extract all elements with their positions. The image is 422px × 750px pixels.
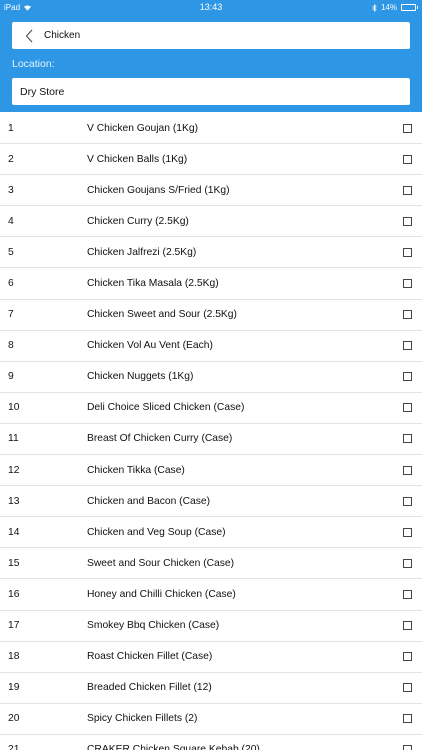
item-number: 18: [8, 651, 20, 663]
item-name: V Chicken Goujan (1Kg): [87, 122, 199, 134]
item-checkbox[interactable]: [403, 527, 412, 537]
list-item[interactable]: 21 CRAKER Chicken Square Kebab (20): [0, 735, 422, 750]
item-number: 9: [8, 371, 14, 383]
item-checkbox[interactable]: [403, 589, 412, 599]
item-checkbox[interactable]: [403, 216, 412, 226]
list-item[interactable]: 4 Chicken Curry (2.5Kg): [0, 206, 422, 238]
item-checkbox[interactable]: [403, 247, 412, 257]
item-name: CRAKER Chicken Square Kebab (20): [87, 744, 260, 750]
item-checkbox[interactable]: [403, 434, 412, 444]
header: Chicken Location: Dry Store: [0, 15, 422, 112]
battery-icon: [401, 4, 418, 11]
list-item[interactable]: 14 Chicken and Veg Soup (Case): [0, 517, 422, 549]
item-checkbox[interactable]: [403, 341, 412, 351]
item-checkbox[interactable]: [403, 621, 412, 631]
status-right: 14%: [372, 3, 418, 12]
list-item[interactable]: 19 Breaded Chicken Fillet (12): [0, 673, 422, 704]
item-list: 1 V Chicken Goujan (1Kg) 2 V Chicken Balls …: [0, 113, 422, 750]
item-name: Chicken Sweet and Sour (2.5Kg): [87, 309, 237, 321]
item-number: 2: [8, 153, 14, 165]
item-checkbox[interactable]: [403, 403, 412, 413]
list-item[interactable]: 12 Chicken Tikka (Case): [0, 455, 422, 487]
item-checkbox[interactable]: [403, 154, 412, 164]
item-checkbox[interactable]: [403, 745, 412, 750]
list-item[interactable]: 1 V Chicken Goujan (1Kg): [0, 113, 422, 145]
item-name: Chicken Vol Au Vent (Each): [87, 340, 213, 352]
item-checkbox[interactable]: [403, 185, 412, 195]
item-number: 10: [8, 402, 20, 414]
item-name: V Chicken Balls (1Kg): [87, 153, 188, 165]
list-item[interactable]: 7 Chicken Sweet and Sour (2.5Kg): [0, 300, 422, 331]
item-checkbox[interactable]: [403, 652, 412, 662]
item-checkbox[interactable]: [403, 310, 412, 320]
item-checkbox[interactable]: [403, 714, 412, 724]
item-checkbox[interactable]: [403, 558, 412, 568]
item-name: Chicken Curry (2.5Kg): [87, 215, 189, 227]
item-name: Smokey Bbq Chicken (Case): [87, 620, 220, 632]
item-name: Sweet and Sour Chicken (Case): [87, 557, 235, 569]
item-name: Spicy Chicken Fillets (2): [87, 713, 198, 725]
list-item[interactable]: 8 Chicken Vol Au Vent (Each): [0, 331, 422, 362]
list-item[interactable]: 6 Chicken Tika Masala (2.5Kg): [0, 268, 422, 300]
item-number: 19: [8, 682, 20, 694]
item-number: 7: [8, 309, 14, 321]
status-bar: iPad 13:43 14%: [0, 0, 422, 15]
list-item[interactable]: 16 Honey and Chilli Chicken (Case): [0, 579, 422, 611]
item-name: Deli Choice Sliced Chicken (Case): [87, 402, 245, 414]
item-number: 8: [8, 340, 14, 352]
list-item[interactable]: 5 Chicken Jalfrezi (2.5Kg): [0, 237, 422, 269]
list-item[interactable]: 20 Spicy Chicken Fillets (2): [0, 704, 422, 735]
list-item[interactable]: 15 Sweet and Sour Chicken (Case): [0, 548, 422, 580]
item-name: Chicken Tikka (Case): [87, 464, 185, 476]
item-name: Chicken Goujans S/Fried (1Kg): [87, 184, 230, 196]
item-number: 4: [8, 215, 14, 227]
item-checkbox[interactable]: [403, 123, 412, 133]
list-item[interactable]: 10 Deli Choice Sliced Chicken (Case): [0, 393, 422, 424]
list-item[interactable]: 13 Chicken and Bacon (Case): [0, 486, 422, 518]
status-time: 13:43: [199, 2, 223, 12]
item-name: Honey and Chilli Chicken (Case): [87, 588, 236, 600]
battery-percent: 14%: [380, 3, 397, 12]
item-name: Chicken Jalfrezi (2.5Kg): [87, 246, 197, 258]
item-checkbox[interactable]: [403, 683, 412, 693]
item-number: 17: [8, 620, 20, 632]
back-chevron-icon[interactable]: [18, 22, 40, 49]
location-label: Location:: [12, 58, 55, 70]
item-name: Chicken Nuggets (1Kg): [87, 371, 194, 383]
item-number: 15: [8, 557, 20, 569]
item-checkbox[interactable]: [403, 372, 412, 382]
list-item[interactable]: 3 Chicken Goujans S/Fried (1Kg): [0, 175, 422, 207]
item-number: 14: [8, 526, 20, 538]
search-field[interactable]: Chicken: [12, 22, 410, 49]
item-number: 11: [8, 433, 19, 445]
item-number: 16: [8, 588, 20, 600]
bluetooth-icon: [372, 3, 377, 12]
list-item[interactable]: 11 Breast Of Chicken Curry (Case): [0, 424, 422, 456]
item-number: 5: [8, 246, 14, 258]
list-item[interactable]: 18 Roast Chicken Fillet (Case): [0, 642, 422, 673]
item-checkbox[interactable]: [403, 279, 412, 289]
list-item[interactable]: 17 Smokey Bbq Chicken (Case): [0, 611, 422, 642]
item-number: 12: [8, 464, 20, 476]
item-number: 21: [8, 744, 20, 750]
list-item[interactable]: 2 V Chicken Balls (1Kg): [0, 144, 422, 176]
item-number: 3: [8, 184, 14, 196]
search-input-value[interactable]: Chicken: [44, 30, 80, 41]
item-name: Chicken and Bacon (Case): [87, 495, 211, 507]
item-number: 20: [8, 713, 20, 725]
item-checkbox[interactable]: [403, 496, 412, 506]
item-name: Chicken and Veg Soup (Case): [87, 526, 226, 538]
item-number: 1: [8, 122, 14, 134]
item-name: Breast Of Chicken Curry (Case): [87, 433, 233, 445]
location-field[interactable]: Dry Store: [12, 78, 410, 105]
item-name: Breaded Chicken Fillet (12): [87, 682, 212, 694]
item-name: Roast Chicken Fillet (Case): [87, 651, 213, 663]
item-number: 6: [8, 278, 14, 290]
item-checkbox[interactable]: [403, 465, 412, 475]
item-name: Chicken Tika Masala (2.5Kg): [87, 278, 219, 290]
list-item[interactable]: 9 Chicken Nuggets (1Kg): [0, 362, 422, 393]
item-number: 13: [8, 495, 20, 507]
